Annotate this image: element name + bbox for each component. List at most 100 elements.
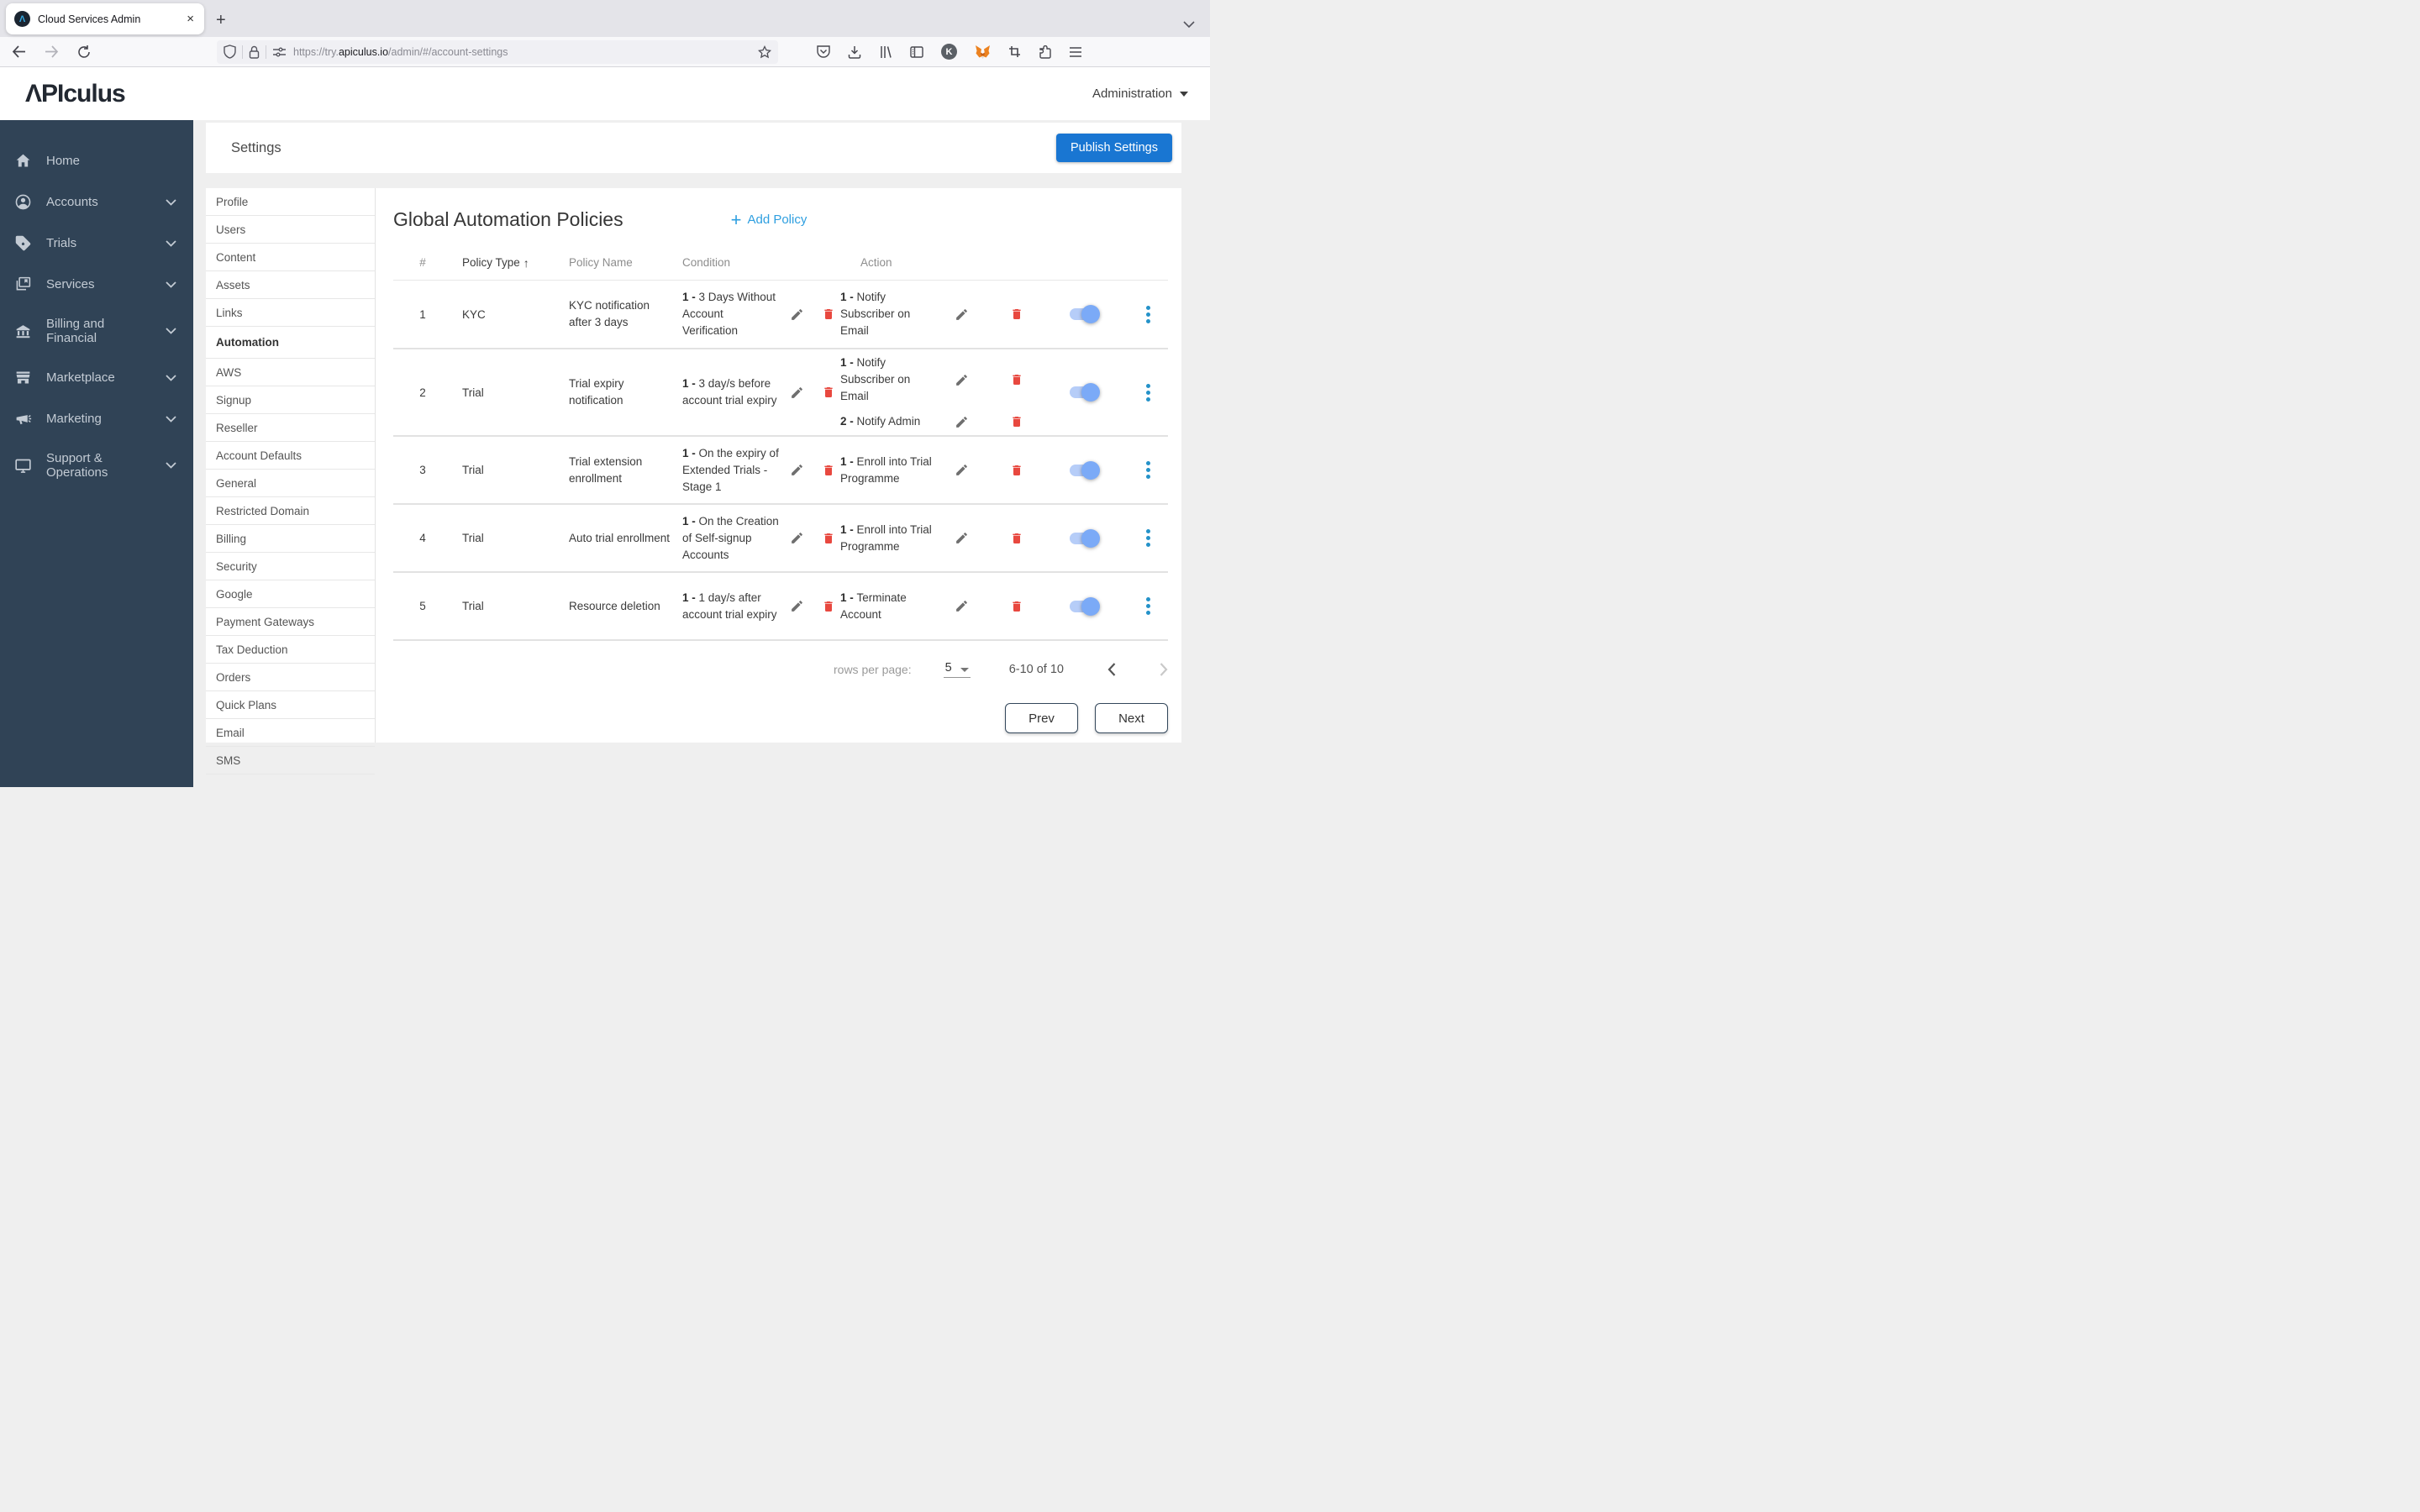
settings-nav-google[interactable]: Google — [206, 580, 375, 608]
kebab-menu-icon[interactable] — [1144, 527, 1153, 549]
pocket-icon[interactable] — [817, 45, 830, 59]
settings-nav-automation[interactable]: Automation — [206, 327, 375, 359]
edit-pencil-icon[interactable] — [790, 463, 804, 477]
k-extension-icon[interactable]: K — [941, 44, 957, 60]
chevron-down-icon — [166, 281, 176, 288]
action-text: 1 - Enroll into Trial Programme — [840, 522, 932, 553]
shield-icon[interactable] — [224, 45, 236, 59]
settings-nav-links[interactable]: Links — [206, 299, 375, 327]
metamask-icon[interactable] — [975, 45, 991, 60]
back-icon[interactable] — [12, 45, 26, 58]
extensions-icon[interactable] — [1039, 45, 1051, 59]
settings-nav-reseller[interactable]: Reseller — [206, 414, 375, 442]
condition-text: 1 - 3 Days Without Account Verification — [682, 291, 776, 337]
settings-nav-email[interactable]: Email — [206, 719, 375, 747]
url-bar[interactable]: https://try.apiculus.io/admin/#/account-… — [217, 39, 778, 64]
rows-per-page-select[interactable]: 5 — [943, 661, 971, 678]
list-tabs-chevron-icon[interactable] — [1183, 21, 1195, 29]
settings-nav-content[interactable]: Content — [206, 244, 375, 271]
library-icon[interactable] — [879, 45, 892, 59]
settings-nav-signup[interactable]: Signup — [206, 386, 375, 414]
sidebar-item-marketplace[interactable]: Marketplace — [0, 357, 193, 398]
settings-nav-restricted-domain[interactable]: Restricted Domain — [206, 497, 375, 525]
policy-enabled-toggle[interactable] — [1070, 528, 1102, 548]
edit-pencil-icon[interactable] — [955, 599, 969, 613]
edit-pencil-icon[interactable] — [790, 386, 804, 400]
delete-trash-icon[interactable] — [1010, 531, 1023, 546]
column-header-policy-name[interactable]: Policy Name — [559, 256, 672, 270]
tab-close-icon[interactable]: × — [183, 12, 197, 26]
kebab-menu-icon[interactable] — [1144, 595, 1153, 617]
browser-tab[interactable]: Λ Cloud Services Admin × — [6, 3, 204, 34]
settings-nav-assets[interactable]: Assets — [206, 271, 375, 299]
kebab-menu-icon[interactable] — [1144, 381, 1153, 404]
settings-nav-aws[interactable]: AWS — [206, 359, 375, 386]
edit-pencil-icon[interactable] — [955, 415, 969, 429]
settings-nav-users[interactable]: Users — [206, 216, 375, 244]
settings-nav-billing[interactable]: Billing — [206, 525, 375, 553]
edit-pencil-icon[interactable] — [955, 531, 969, 545]
row-number: 1 — [419, 307, 426, 321]
forward-icon[interactable] — [45, 45, 59, 58]
permissions-icon[interactable] — [272, 47, 287, 57]
kebab-menu-icon[interactable] — [1144, 303, 1153, 326]
column-header-policy-type[interactable]: Policy Type ↑ — [452, 256, 559, 270]
prev-button[interactable]: Prev — [1005, 703, 1078, 733]
edit-pencil-icon[interactable] — [790, 531, 804, 545]
administration-menu[interactable]: Administration — [1092, 87, 1188, 101]
download-icon[interactable] — [848, 45, 861, 59]
previous-page-chevron-icon[interactable] — [1107, 663, 1116, 676]
settings-nav-general[interactable]: General — [206, 470, 375, 497]
lock-icon[interactable] — [249, 45, 260, 59]
chevron-down-icon — [166, 239, 176, 247]
settings-nav-sms[interactable]: SMS — [206, 747, 375, 774]
policy-enabled-toggle[interactable] — [1070, 596, 1102, 616]
sidebar-item-billing-and-financial[interactable]: Billing and Financial — [0, 305, 193, 357]
delete-trash-icon[interactable] — [1010, 372, 1023, 387]
sidebar-item-home[interactable]: Home — [0, 140, 193, 181]
kebab-menu-icon[interactable] — [1144, 459, 1153, 481]
chevron-down-icon — [166, 462, 176, 469]
bookmark-star-icon[interactable] — [758, 45, 771, 59]
delete-trash-icon[interactable] — [1010, 463, 1023, 478]
settings-nav-payment-gateways[interactable]: Payment Gateways — [206, 608, 375, 636]
settings-nav-quick-plans[interactable]: Quick Plans — [206, 691, 375, 719]
url-text[interactable]: https://try.apiculus.io/admin/#/account-… — [293, 46, 753, 58]
edit-pencil-icon[interactable] — [955, 373, 969, 387]
sidebar-toggle-icon[interactable] — [910, 45, 923, 58]
delete-trash-icon[interactable] — [1010, 599, 1023, 614]
sidebar-item-trials[interactable]: Trials — [0, 223, 193, 264]
settings-nav-account-defaults[interactable]: Account Defaults — [206, 442, 375, 470]
sidebar-item-accounts[interactable]: Accounts — [0, 181, 193, 223]
home-icon — [14, 152, 32, 170]
settings-nav-profile[interactable]: Profile — [206, 188, 375, 216]
new-tab-button[interactable]: + — [216, 11, 226, 30]
edit-pencil-icon[interactable] — [790, 599, 804, 613]
sidebar-item-support-operations[interactable]: Support & Operations — [0, 439, 193, 491]
screenshot-icon[interactable] — [1008, 45, 1021, 58]
app-header: ΛPIculus Administration — [0, 67, 1210, 120]
settings-nav-security[interactable]: Security — [206, 553, 375, 580]
cards-icon — [14, 276, 32, 293]
policy-enabled-toggle[interactable] — [1070, 460, 1102, 480]
menu-icon[interactable] — [1069, 46, 1082, 57]
add-policy-button[interactable]: + Add Policy — [731, 210, 808, 228]
edit-pencil-icon[interactable] — [955, 307, 969, 322]
delete-trash-icon[interactable] — [1010, 414, 1023, 429]
browser-tabstrip: Λ Cloud Services Admin × + — [0, 0, 1210, 37]
delete-trash-icon[interactable] — [1010, 307, 1023, 322]
sidebar-item-marketing[interactable]: Marketing — [0, 398, 193, 439]
policy-type: Trial — [462, 600, 484, 612]
settings-nav-tax-deduction[interactable]: Tax Deduction — [206, 636, 375, 664]
row-number: 2 — [419, 386, 426, 399]
edit-pencil-icon[interactable] — [790, 307, 804, 322]
settings-nav-orders[interactable]: Orders — [206, 664, 375, 691]
next-page-chevron-icon[interactable] — [1160, 663, 1168, 676]
policy-enabled-toggle[interactable] — [1070, 383, 1102, 402]
sidebar-item-services[interactable]: Services — [0, 264, 193, 305]
edit-pencil-icon[interactable] — [955, 463, 969, 477]
publish-settings-button[interactable]: Publish Settings — [1056, 134, 1172, 162]
next-button[interactable]: Next — [1095, 703, 1168, 733]
reload-icon[interactable] — [77, 45, 91, 59]
policy-enabled-toggle[interactable] — [1070, 305, 1102, 323]
